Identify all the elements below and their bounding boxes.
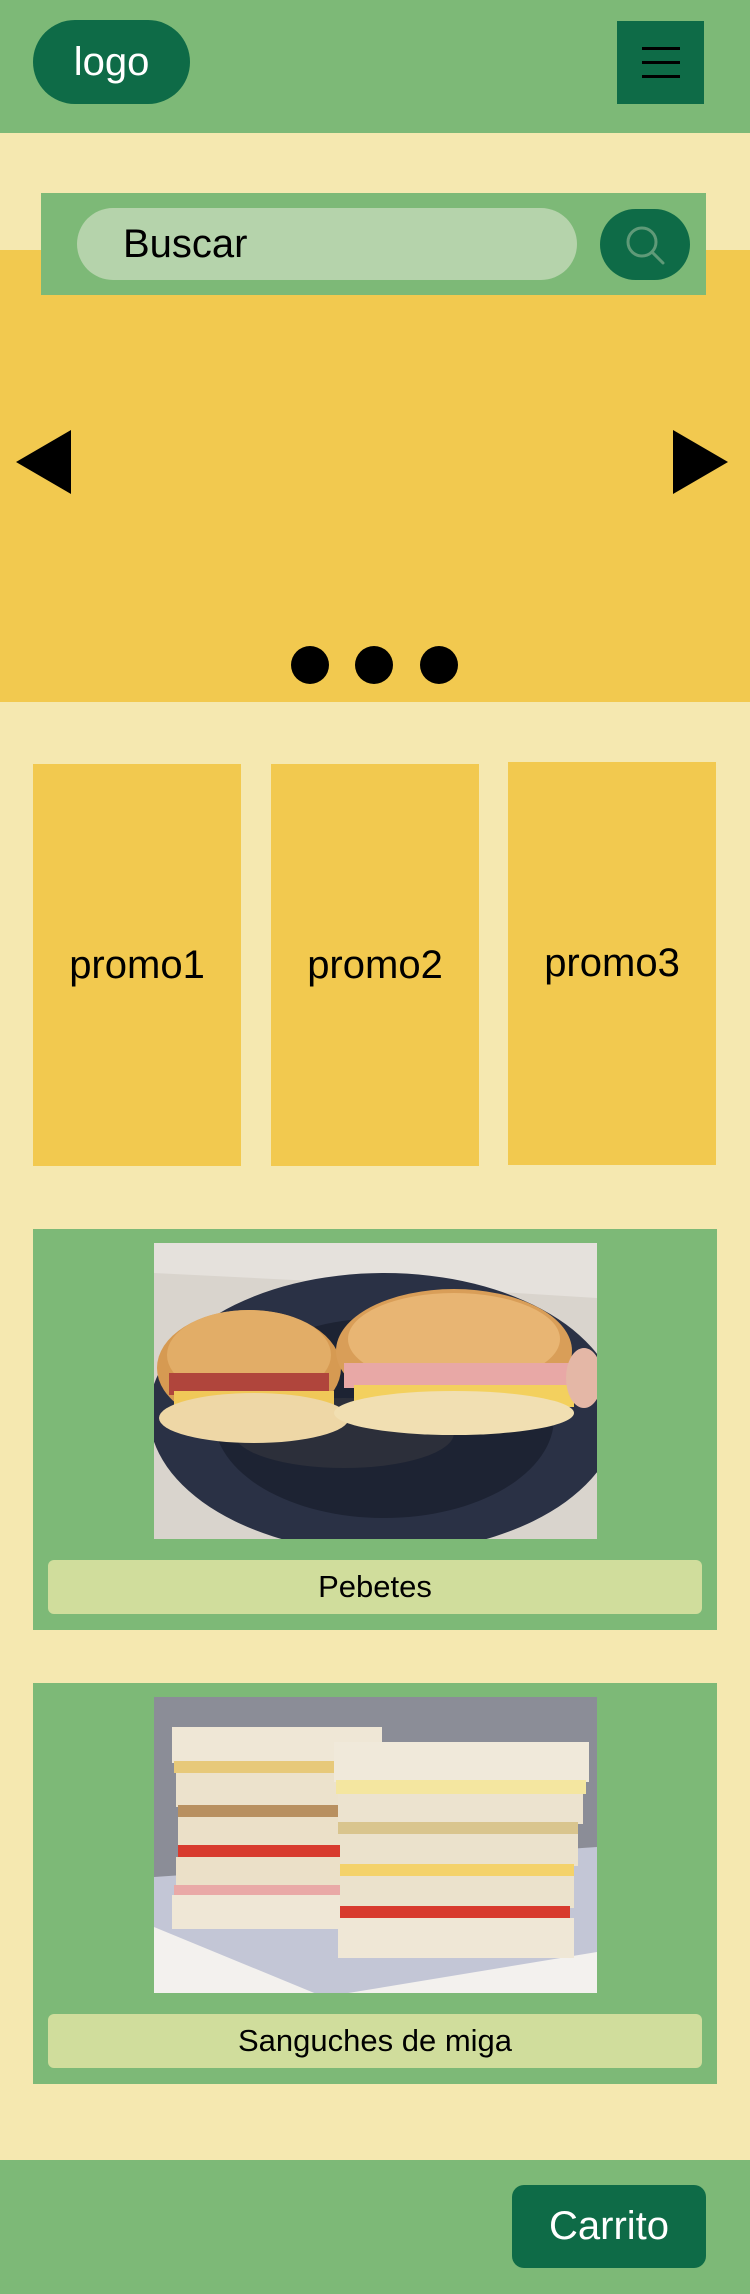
product-image-pebetes — [154, 1243, 597, 1539]
promo-card-1[interactable]: promo1 — [33, 764, 241, 1166]
search-input[interactable] — [77, 208, 577, 280]
cart-button[interactable]: Carrito — [512, 2185, 706, 2268]
search-bar — [41, 193, 706, 295]
search-icon — [626, 226, 665, 264]
menu-line — [641, 61, 680, 64]
search-button[interactable] — [600, 209, 690, 280]
carousel-dot-3[interactable] — [420, 646, 458, 684]
hero-carousel — [0, 250, 750, 702]
logo[interactable]: logo — [33, 20, 190, 104]
triangle-right-icon[interactable] — [673, 430, 728, 494]
carousel-dot-1[interactable] — [291, 646, 329, 684]
product-label: Sanguches de miga — [48, 2014, 702, 2068]
menu-line — [641, 75, 680, 78]
header: logo — [0, 0, 750, 133]
footer: Carrito — [0, 2160, 750, 2294]
hamburger-menu-icon[interactable] — [617, 21, 704, 104]
product-label: Pebetes — [48, 1560, 702, 1614]
product-card-sanguches-de-miga[interactable]: Sanguches de miga — [33, 1683, 717, 2084]
triangle-left-icon[interactable] — [16, 430, 71, 494]
product-card-pebetes[interactable]: Pebetes — [33, 1229, 717, 1630]
menu-line — [641, 47, 680, 50]
promo-card-3[interactable]: promo3 — [508, 762, 716, 1165]
promo-card-2[interactable]: promo2 — [271, 764, 479, 1166]
product-image-sanguches-de-miga — [154, 1697, 597, 1993]
carousel-dot-2[interactable] — [355, 646, 393, 684]
